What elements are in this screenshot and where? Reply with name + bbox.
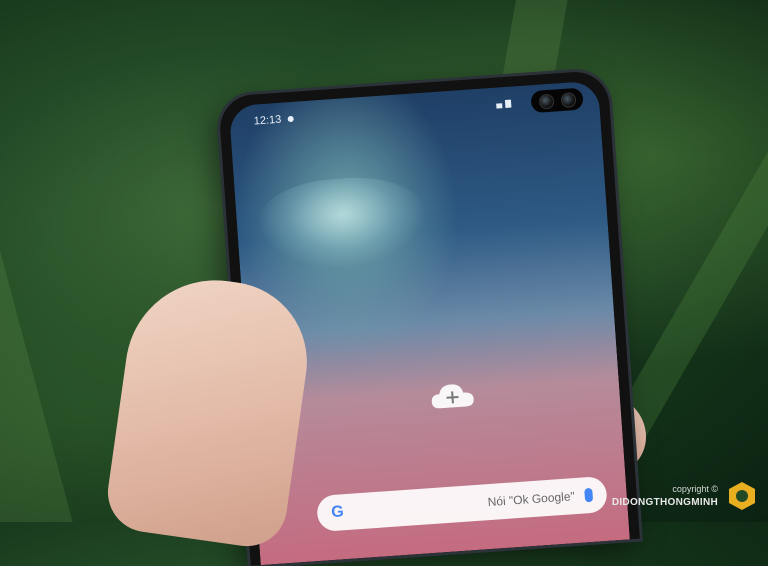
- front-camera-lens-icon: [560, 91, 577, 108]
- watermark: copyright © DIDONGTHONGMINH: [612, 480, 758, 512]
- wallpaper-wave: [254, 172, 431, 275]
- notification-dot-icon: [287, 115, 294, 123]
- watermark-copyright: copyright ©: [672, 484, 718, 494]
- cloud-add-icon[interactable]: [428, 380, 476, 411]
- microphone-icon[interactable]: [584, 487, 594, 503]
- camera-cutout: [530, 87, 584, 114]
- google-search-bar[interactable]: G Nói "Ok Google": [316, 475, 608, 533]
- google-logo-icon: G: [330, 503, 345, 522]
- search-placeholder: Nói "Ok Google": [487, 489, 576, 510]
- front-camera-lens-icon: [538, 93, 555, 110]
- watermark-brand: DIDONGTHONGMINH: [611, 497, 718, 508]
- status-time: 12:13: [253, 113, 282, 128]
- signal-icon: [496, 99, 512, 109]
- hexagon-logo-icon: [729, 482, 755, 510]
